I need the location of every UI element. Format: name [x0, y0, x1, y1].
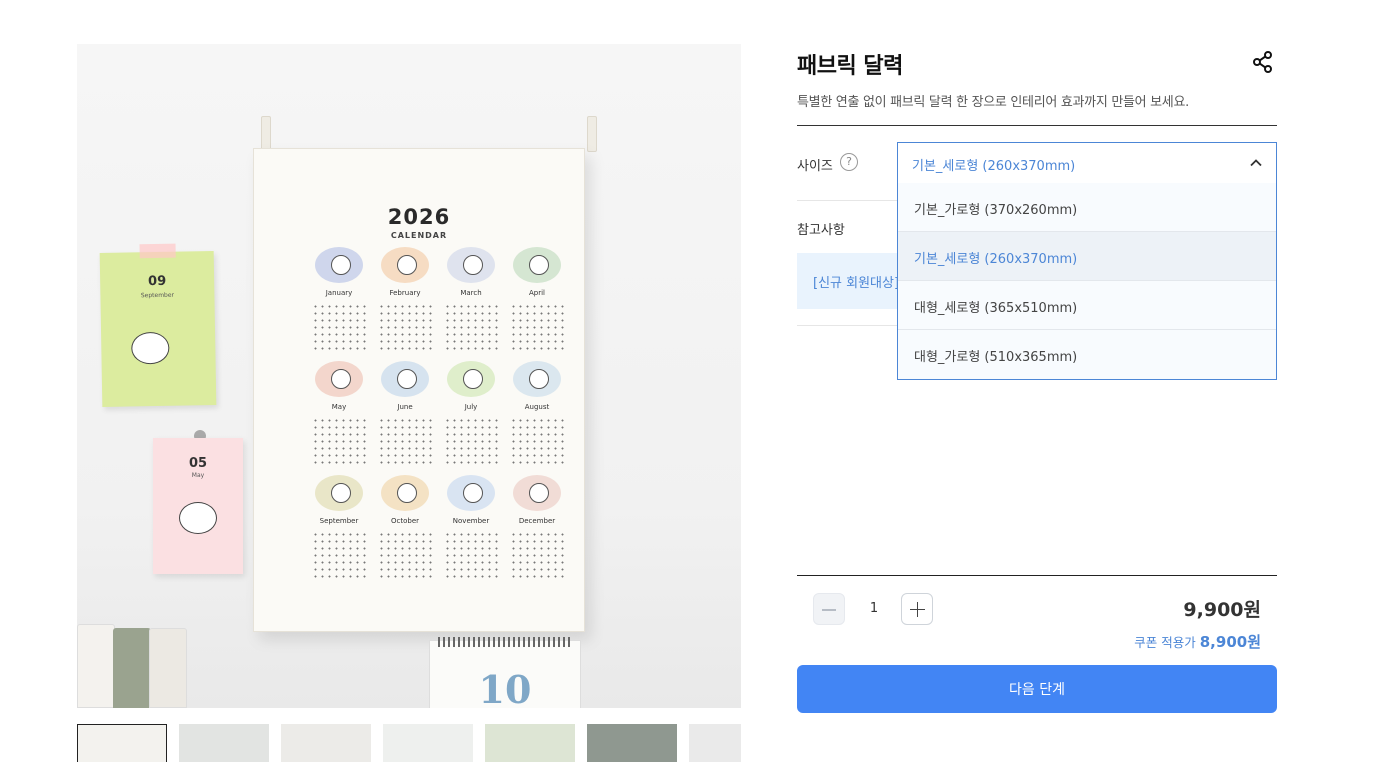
coupon-price-row: 쿠폰 적용가 8,900원: [1134, 631, 1261, 652]
fabric-calendar: 2026 CALENDAR January February March Apr…: [253, 148, 585, 632]
size-option-label: 대형_세로형 (365x510mm): [914, 301, 1078, 316]
book: [113, 628, 151, 708]
month-block: November: [440, 475, 502, 579]
month-name: October: [390, 517, 419, 525]
month-name: April: [529, 289, 545, 297]
size-select[interactable]: 기본_세로형 (260x370mm): [897, 142, 1277, 184]
thumbnail[interactable]: [383, 724, 473, 762]
month-block: March: [440, 247, 502, 351]
month-name: September: [319, 517, 359, 525]
quantity-increase-button[interactable]: [901, 593, 933, 625]
thumbnail[interactable]: [77, 724, 167, 762]
thumbnail[interactable]: [179, 724, 269, 762]
month-block: December: [506, 475, 568, 579]
note-label: 참고사항: [797, 223, 845, 238]
sticky-note-may: 05 May: [153, 438, 243, 574]
size-dropdown: 기본_가로형 (370x260mm) 기본_세로형 (260x370mm) 대형…: [897, 183, 1277, 380]
product-main-image: 2026 CALENDAR January February March Apr…: [77, 44, 741, 708]
thumbnail-strip: [77, 724, 741, 762]
chevron-up-icon: [1250, 159, 1262, 167]
promo-text: [신규 회원대상]: [813, 276, 900, 291]
help-icon[interactable]: ?: [840, 153, 858, 171]
calendar-month-grid: January February March April May June Ju…: [308, 247, 564, 579]
fabric-hanger-left: [261, 116, 271, 152]
month-block: February: [374, 247, 436, 351]
quantity-value[interactable]: 1: [859, 601, 889, 616]
cat-illustration: [179, 502, 217, 534]
size-option-label: 기본_세로형 (260x370mm): [914, 252, 1078, 267]
note-number: 05: [188, 456, 208, 471]
size-option-label: 대형_가로형 (510x365mm): [914, 350, 1078, 365]
calendar-year: 2026: [387, 205, 451, 229]
calendar-subtitle: CALENDAR: [390, 231, 448, 240]
coupon-price: 8,900원: [1199, 633, 1261, 651]
size-option[interactable]: 대형_세로형 (365x510mm): [898, 281, 1276, 330]
month-block: January: [308, 247, 370, 351]
month-name: July: [464, 403, 478, 411]
month-name: August: [524, 403, 550, 411]
month-name: November: [452, 517, 490, 525]
note-month: May: [191, 472, 205, 479]
size-select-value: 기본_세로형 (260x370mm): [912, 159, 1076, 174]
divider: [797, 575, 1277, 576]
note-month: September: [140, 291, 175, 300]
size-label: 사이즈: [797, 159, 833, 174]
month-block: April: [506, 247, 568, 351]
book: [77, 624, 115, 708]
thumbnail[interactable]: [689, 724, 741, 762]
product-subtitle: 특별한 연출 없이 패브릭 달력 한 장으로 인테리어 효과까지 만들어 보세요…: [797, 95, 1189, 110]
size-option[interactable]: 대형_가로형 (510x365mm): [898, 330, 1276, 379]
size-option-selected[interactable]: 기본_세로형 (260x370mm): [898, 232, 1276, 281]
product-title: 패브릭 달력: [797, 54, 903, 79]
desk-calendar: 10: [429, 637, 581, 708]
month-block: September: [308, 475, 370, 579]
month-block: July: [440, 361, 502, 465]
book: [149, 628, 187, 708]
sticky-note-september: 09 September: [99, 243, 217, 407]
divider: [797, 125, 1277, 126]
next-step-button[interactable]: 다음 단계: [797, 665, 1277, 713]
thumbnail[interactable]: [281, 724, 371, 762]
month-block: August: [506, 361, 568, 465]
month-name: May: [331, 403, 347, 411]
size-option-label: 기본_가로형 (370x260mm): [914, 203, 1078, 218]
fabric-hanger-right: [587, 116, 597, 152]
month-name: June: [397, 403, 413, 411]
share-icon[interactable]: [1251, 50, 1275, 74]
desk-calendar-number: 10: [478, 667, 532, 708]
month-block: June: [374, 361, 436, 465]
cat-illustration: [131, 331, 170, 365]
month-name: January: [325, 289, 353, 297]
product-price: 9,900원: [1183, 599, 1261, 621]
thumbnail[interactable]: [587, 724, 677, 762]
coupon-label: 쿠폰 적용가: [1134, 635, 1196, 650]
month-name: March: [460, 289, 482, 297]
month-name: February: [389, 289, 421, 297]
note-number: 09: [147, 273, 167, 290]
month-name: December: [518, 517, 556, 525]
month-block: October: [374, 475, 436, 579]
quantity-decrease-button[interactable]: [813, 593, 845, 625]
size-option[interactable]: 기본_가로형 (370x260mm): [898, 183, 1276, 232]
month-block: May: [308, 361, 370, 465]
thumbnail[interactable]: [485, 724, 575, 762]
